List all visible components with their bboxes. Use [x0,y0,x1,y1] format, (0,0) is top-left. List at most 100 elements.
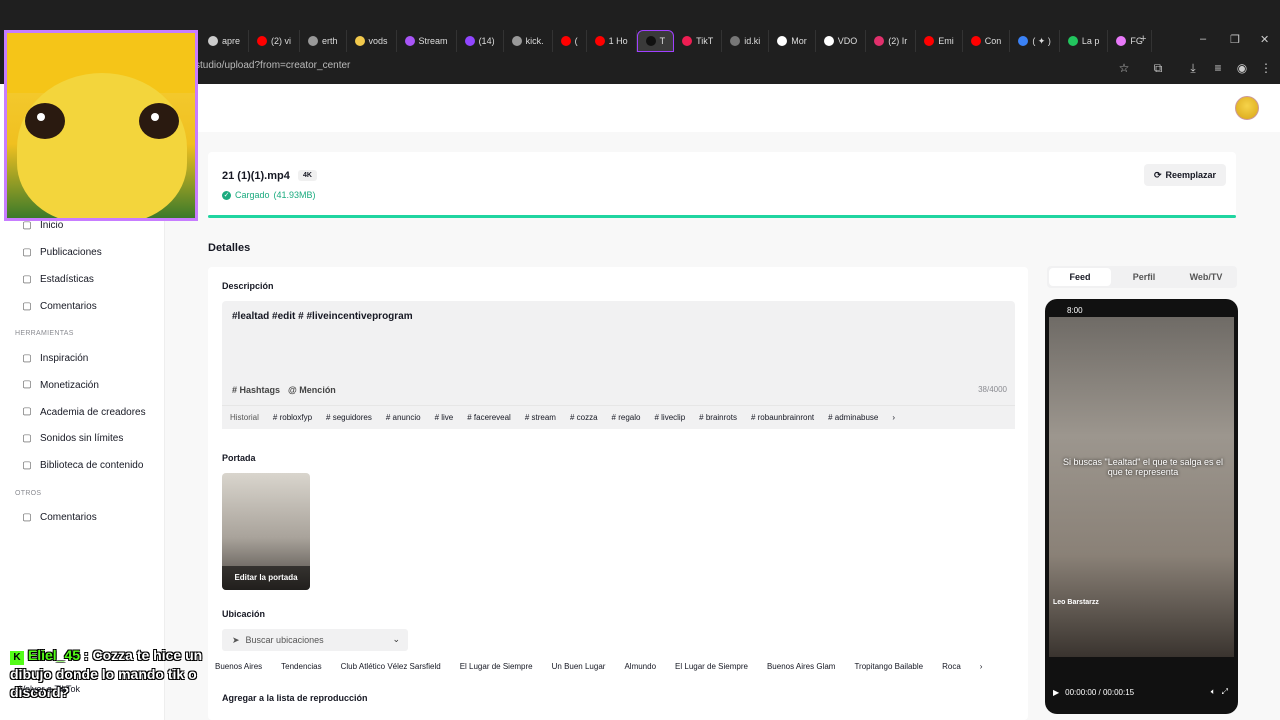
browser-tab[interactable]: erth [300,30,347,52]
sidebar-item[interactable]: ▢ Inspiración [22,353,88,364]
browser-tab[interactable]: (2) Ir [866,30,917,52]
sidebar-item[interactable]: ▢ Comentarios [22,301,96,312]
preview-tab[interactable]: Web/TV [1175,266,1237,288]
tab-favicon-icon [208,36,218,46]
browser-tab[interactable]: kick. [504,30,553,52]
minimize-icon[interactable]: – [1200,33,1206,45]
library-icon: ▢ [22,459,32,471]
chevron-right-icon[interactable]: › [980,662,983,671]
browser-tab[interactable]: Mor [769,30,816,52]
right-eye [139,103,179,139]
browser-tab[interactable]: apre [200,30,250,52]
browser-tab[interactable]: TikT [674,30,723,52]
tab-favicon-icon [970,36,981,46]
volume-icon[interactable]: 🔈︎ [1211,687,1216,697]
location-chip[interactable]: El Lugar de Siempre [675,662,748,671]
hashtag-chip[interactable]: # robaunbrainront [751,413,814,422]
hashtag-chip[interactable]: # regalo [612,413,641,422]
phone-time: 8:00 [1067,306,1083,315]
description-text[interactable]: #lealtad #edit # #liveincentiveprogram [232,311,413,322]
browser-tab[interactable]: (14) [457,30,504,52]
close-icon[interactable]: ✕ [1260,33,1269,46]
chevron-right-icon[interactable]: › [892,413,895,422]
sidebar-item[interactable]: ▢ Publicaciones [22,246,101,258]
new-tab-button[interactable]: + [1140,33,1146,45]
char-counter: 38/4000 [978,385,1007,394]
sidebar-item[interactable]: ▢ Estadísticas [22,274,94,285]
history-tab[interactable]: Historial [230,413,259,422]
replace-button[interactable]: ⟳ Reemplazar [1144,164,1226,186]
browser-tab[interactable]: Stream [397,30,457,52]
browser-tab[interactable]: T [636,30,675,52]
hashtag-chip[interactable]: # anuncio [386,413,421,422]
sidebar-item[interactable]: ▢ Biblioteca de contenido [22,460,143,471]
browser-tab[interactable]: La p [1060,30,1109,52]
hashtag-chip[interactable]: # cozza [570,413,598,422]
location-chip[interactable]: Tendencias [281,662,321,671]
music-icon: ▢ [22,432,32,444]
posts-icon: ▢ [22,246,32,258]
hashtag-chip[interactable]: # facereveal [467,413,511,422]
hashtag-chip[interactable]: # seguidores [326,413,372,422]
location-select[interactable]: ➤ Buscar ubicaciones ⌄ [222,629,408,651]
bookmark-star-icon[interactable]: ☆ [1117,61,1131,75]
address-bar[interactable]: studio/upload?from=creator_center [195,60,1145,78]
back-to-tiktok-link[interactable]: ‹ Volver a TikTok [14,684,80,694]
location-chip[interactable]: Buenos Aires Glam [767,662,835,671]
tab-favicon-icon [404,36,415,46]
details-heading: Detalles [208,242,251,254]
tab-favicon-icon [682,36,693,46]
download-icon[interactable]: ⤓ [1186,61,1200,75]
tab-favicon-icon [874,36,885,46]
browser-tab[interactable]: vods [347,30,397,52]
restore-icon[interactable]: ❐ [1230,33,1240,46]
preview-tab[interactable]: Feed [1049,268,1111,286]
tab-label: 1 Ho [608,36,628,46]
hashtag-chip[interactable]: # brainrots [699,413,737,422]
hashtag-chip[interactable]: # live [435,413,454,422]
sidebar-item[interactable]: ▢ Inicio [22,220,63,231]
media-icon[interactable]: ≡ [1211,61,1225,75]
location-chip[interactable]: Un Buen Lugar [552,662,606,671]
sidebar-item[interactable]: ▢ Sonidos sin límites [22,433,123,444]
sidebar-section-tools: HERRAMIENTAS [15,330,74,337]
browser-tab[interactable]: Con [963,30,1011,52]
hashtag-chip[interactable]: # liveclip [654,413,685,422]
hashtag-chip[interactable]: # robloxfyp [273,413,312,422]
hashtag-chip[interactable]: # adminabuse [828,413,878,422]
extensions-icon[interactable]: ⧉ [1151,61,1165,75]
browser-tab[interactable]: id.ki [722,30,770,52]
preview-tab[interactable]: Perfil [1113,266,1175,288]
fullscreen-icon[interactable]: ⤢ [1222,687,1228,697]
menu-icon[interactable]: ⋮ [1259,61,1273,75]
browser-tab[interactable]: ( ✦ ) [1010,30,1060,52]
profile-icon[interactable]: ◉ [1235,61,1249,75]
location-chip[interactable]: Roca [942,662,961,671]
sidebar-item[interactable]: ▢ Comentarios [22,512,96,523]
browser-tab[interactable]: 1 Ho [587,30,637,52]
sidebar-item[interactable]: ▢ Monetización [22,380,99,391]
browser-tab[interactable]: ( [553,30,587,52]
tab-label: Stream [418,36,448,46]
browser-tab[interactable]: Emi [916,30,963,52]
refresh-icon: ⟳ [1153,169,1162,180]
description-editor[interactable]: #lealtad #edit # #liveincentiveprogram #… [222,301,1015,429]
mention-button[interactable]: @ Mención [288,385,336,395]
location-chip[interactable]: Tropitango Bailable [854,662,923,671]
edit-cover-button[interactable]: Editar la portada [222,566,310,590]
tab-favicon-icon [777,36,788,46]
hashtags-button[interactable]: # Hashtags [232,385,280,395]
cover-thumbnail[interactable]: Editar la portada [222,473,310,590]
avatar[interactable] [1235,96,1259,120]
location-chip[interactable]: El Lugar de Siempre [460,662,533,671]
browser-tab[interactable]: (2) vi [249,30,301,52]
file-size: (41.93MB) [273,190,316,200]
play-icon[interactable]: ▶ [1053,688,1059,697]
hashtag-chip[interactable]: # stream [525,413,556,422]
upload-progress-bar [208,215,1236,218]
browser-tab[interactable]: VDO [816,30,867,52]
tab-label: apre [222,36,241,46]
location-chip[interactable]: Almundo [624,662,656,671]
location-chip[interactable]: Club Atlético Vélez Sarsfield [341,662,441,671]
sidebar-item[interactable]: ▢ Academia de creadores [22,407,145,418]
